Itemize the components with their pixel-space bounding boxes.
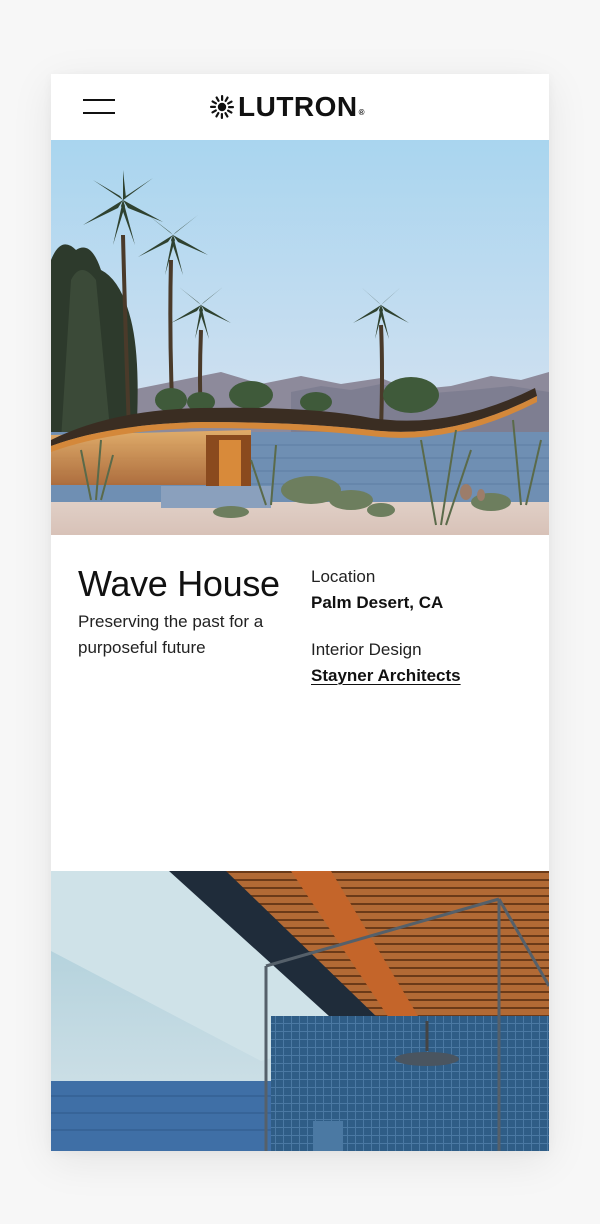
lutron-logo[interactable]: LUTRON ® bbox=[209, 91, 365, 123]
project-info: Wave House Preserving the past for a pur… bbox=[51, 535, 549, 871]
hero-image bbox=[51, 140, 549, 535]
location-label: Location bbox=[311, 567, 376, 586]
interior-design-link[interactable]: Stayner Architects bbox=[311, 666, 461, 686]
site-header: LUTRON ® bbox=[51, 74, 549, 140]
interior-image bbox=[51, 871, 549, 1151]
interior-design-label: Interior Design bbox=[311, 640, 422, 659]
logo-wordmark: LUTRON bbox=[238, 91, 358, 122]
location-value: Palm Desert, CA bbox=[311, 593, 444, 612]
project-title: Wave House bbox=[78, 563, 280, 604]
lutron-sun-logo-icon bbox=[210, 95, 234, 119]
project-subtitle: Preserving the past for a purposeful fut… bbox=[78, 612, 264, 657]
page-card: LUTRON ® Wave House Preserving the past … bbox=[51, 74, 549, 1151]
registered-mark: ® bbox=[358, 108, 365, 117]
menu-icon[interactable] bbox=[83, 98, 115, 116]
